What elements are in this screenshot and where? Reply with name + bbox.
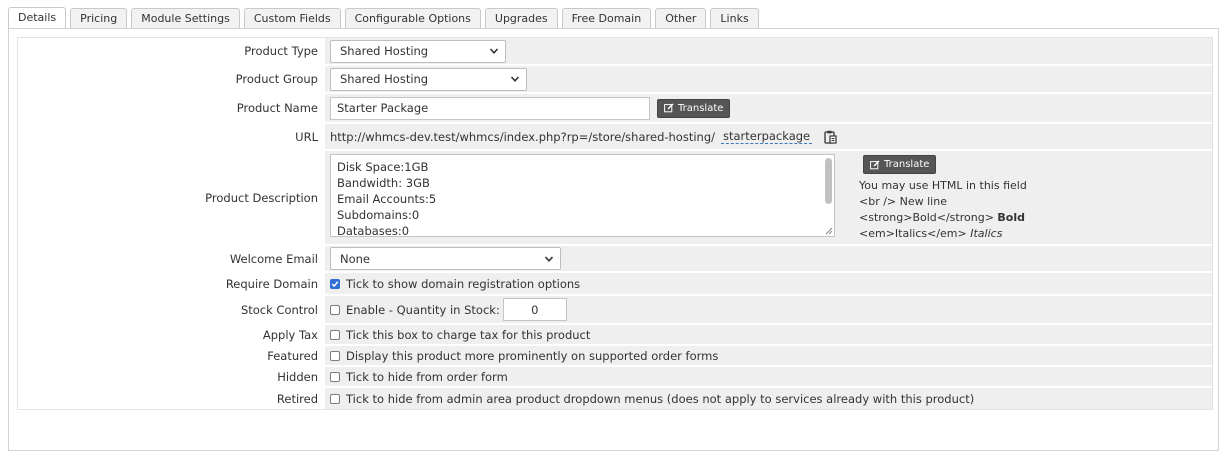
tab-custom-fields[interactable]: Custom Fields: [243, 8, 341, 29]
hidden-checkbox[interactable]: [330, 371, 340, 382]
row-featured: Featured Display this product more promi…: [18, 346, 1212, 367]
row-apply-tax: Apply Tax Tick this box to charge tax fo…: [18, 325, 1212, 346]
tab-bar: Details Pricing Module Settings Custom F…: [8, 7, 759, 30]
row-retired: Retired Tick to hide from admin area pro…: [18, 388, 1212, 409]
stock-control-text: Enable - Quantity in Stock:: [346, 302, 500, 317]
stock-control-label: Stock Control: [240, 302, 318, 317]
help-line: <strong>Bold</strong> Bold: [859, 211, 1025, 224]
edit-icon: [664, 103, 674, 113]
retired-checkbox[interactable]: [330, 393, 340, 404]
clipboard-icon[interactable]: [824, 130, 837, 144]
product-name-label: Product Name: [236, 101, 318, 115]
row-hidden: Hidden Tick to hide from order form: [18, 367, 1212, 388]
welcome-email-value: None: [340, 251, 371, 266]
url-label: URL: [295, 129, 318, 144]
featured-label: Featured: [267, 348, 318, 363]
description-line: Databases:0: [337, 224, 410, 237]
product-group-value: Shared Hosting: [340, 72, 429, 86]
url-base: http://whmcs-dev.test/whmcs/index.php?rp…: [330, 129, 715, 144]
hidden-label: Hidden: [277, 369, 318, 384]
featured-text: Display this product more prominently on…: [346, 348, 719, 363]
html-help: Translate You may use HTML in this field…: [859, 154, 1027, 242]
welcome-email-label: Welcome Email: [229, 251, 318, 266]
translate-description-button[interactable]: Translate: [863, 155, 937, 174]
description-line: Subdomains:0: [337, 208, 420, 222]
resize-handle-icon[interactable]: [825, 227, 833, 235]
row-product-description: Product Description Disk Space:1GB Bandw…: [18, 151, 1212, 246]
translate-name-label: Translate: [678, 102, 724, 114]
require-domain-label: Require Domain: [225, 276, 318, 291]
tab-configurable-options[interactable]: Configurable Options: [344, 8, 481, 29]
retired-text: Tick to hide from admin area product dro…: [346, 391, 975, 406]
tab-upgrades[interactable]: Upgrades: [484, 8, 558, 29]
translate-name-button[interactable]: Translate: [657, 98, 731, 118]
tab-module-settings[interactable]: Module Settings: [131, 8, 240, 29]
apply-tax-checkbox[interactable]: [330, 329, 340, 340]
edit-icon: [870, 160, 880, 169]
product-type-value: Shared Hosting: [340, 44, 429, 58]
product-description-textarea[interactable]: Disk Space:1GB Bandwidth: 3GB Email Acco…: [330, 154, 835, 237]
retired-label: Retired: [276, 391, 318, 406]
product-details-form: Product Type Shared Hosting Product Grou…: [17, 37, 1213, 410]
product-description-label: Product Description: [205, 190, 318, 205]
translate-description-label: Translate: [884, 158, 930, 170]
tab-other[interactable]: Other: [655, 8, 707, 29]
chevron-down-icon: [510, 76, 520, 82]
row-product-name: Product Name Starter Package Translate: [18, 94, 1212, 124]
description-line: Disk Space:1GB: [337, 160, 429, 174]
textarea-scrollbar[interactable]: [825, 158, 832, 204]
product-group-label: Product Group: [235, 72, 318, 86]
stock-quantity-input[interactable]: 0: [502, 298, 567, 321]
row-stock-control: Stock Control Enable - Quantity in Stock…: [18, 296, 1212, 325]
tab-free-domain[interactable]: Free Domain: [561, 8, 652, 29]
chevron-down-icon: [489, 48, 499, 54]
tab-pricing[interactable]: Pricing: [70, 8, 128, 29]
featured-checkbox[interactable]: [330, 350, 340, 361]
checkmark-icon: [331, 280, 339, 287]
welcome-email-select[interactable]: None: [330, 247, 561, 270]
apply-tax-text: Tick this box to charge tax for this pro…: [346, 327, 591, 342]
help-line: You may use HTML in this field: [859, 179, 1027, 192]
stock-control-checkbox[interactable]: [330, 304, 340, 315]
row-product-group: Product Group Shared Hosting: [18, 66, 1212, 94]
description-line: Email Accounts:5: [337, 192, 437, 206]
tab-panel: Product Type Shared Hosting Product Grou…: [8, 28, 1219, 451]
product-type-label: Product Type: [244, 44, 318, 58]
require-domain-text: Tick to show domain registration options: [346, 276, 581, 291]
apply-tax-label: Apply Tax: [262, 327, 318, 342]
tab-details[interactable]: Details: [8, 7, 67, 30]
product-name-input[interactable]: Starter Package: [330, 96, 650, 120]
row-url: URL http://whmcs-dev.test/whmcs/index.ph…: [18, 124, 1212, 151]
row-welcome-email: Welcome Email None: [18, 246, 1212, 273]
help-line: <em>Italics</em> Italics: [859, 227, 1003, 240]
url-slug-editable[interactable]: starterpackage: [721, 129, 813, 144]
hidden-text: Tick to hide from order form: [346, 369, 508, 384]
help-line: <br /> New line: [859, 195, 947, 208]
require-domain-checkbox[interactable]: [330, 278, 340, 289]
row-product-type: Product Type Shared Hosting: [18, 38, 1212, 66]
chevron-down-icon: [544, 255, 554, 262]
product-type-select[interactable]: Shared Hosting: [330, 39, 506, 63]
description-line: Bandwidth: 3GB: [337, 176, 430, 190]
row-require-domain: Require Domain Tick to show domain regis…: [18, 273, 1212, 296]
product-group-select[interactable]: Shared Hosting: [330, 67, 527, 91]
tab-links[interactable]: Links: [710, 8, 759, 29]
